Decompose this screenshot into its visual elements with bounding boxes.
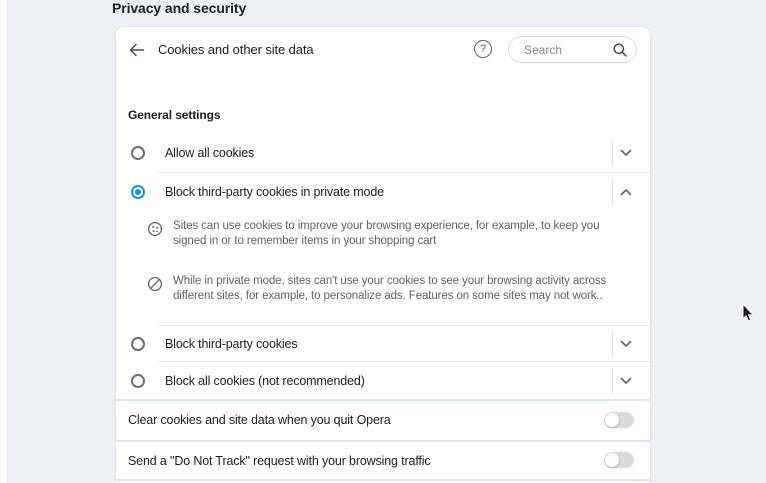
detail-text: While in private mode, sites can't use y… [173,274,635,304]
toggle-row-do-not-track[interactable]: Send a "Do Not Track" request with your … [116,442,650,479]
radio-unselected-icon[interactable] [131,374,145,388]
row-vertical-divider [612,331,613,357]
detail-text: Sites can use cookies to improve your br… [173,219,635,249]
radio-unselected-icon[interactable] [131,337,145,351]
chevron-down-icon[interactable] [620,149,632,157]
toggle-off-switch[interactable] [604,412,634,428]
radio-row-allow-all-cookies[interactable]: Allow all cookies [116,134,650,172]
cookies-settings-card: Cookies and other site data ? General se… [116,27,650,483]
toggle-off-switch[interactable] [604,452,634,468]
radio-selected-icon[interactable] [131,185,145,199]
row-vertical-divider [612,140,613,166]
chevron-down-icon[interactable] [620,340,632,348]
section-label: General settings [128,108,220,122]
radio-row-block-third-party[interactable]: Block third-party cookies [116,326,650,361]
card-title: Cookies and other site data [158,42,314,57]
toggle-label: Clear cookies and site data when you qui… [128,413,391,427]
chevron-down-icon[interactable] [620,377,632,385]
search-box[interactable] [508,36,637,63]
radio-label: Block third-party cookies [165,337,297,351]
left-edge-strip [0,0,7,483]
radio-row-block-third-party-private[interactable]: Block third-party cookies in private mod… [116,173,650,211]
toggle-label: Send a "Do Not Track" request with your … [128,454,430,468]
radio-label: Block third-party cookies in private mod… [165,185,384,199]
radio-label: Block all cookies (not recommended) [165,374,365,388]
row-vertical-divider [612,179,613,205]
card-header: Cookies and other site data ? [116,27,650,72]
toggle-knob [605,453,619,467]
page-title: Privacy and security [112,0,246,16]
toggle-knob [605,413,619,427]
toggle-row-clear-on-quit[interactable]: Clear cookies and site data when you qui… [116,401,650,439]
radio-row-block-all-cookies[interactable]: Block all cookies (not recommended) [116,362,650,399]
arrow-left-icon [128,42,145,58]
radio-label: Allow all cookies [165,146,254,160]
question-mark-icon: ? [480,43,486,55]
back-button[interactable] [125,39,147,61]
blocked-icon [147,276,163,297]
cookie-icon [147,221,163,242]
radio-unselected-icon[interactable] [131,146,145,160]
search-icon[interactable] [612,42,628,63]
help-button[interactable]: ? [474,40,492,58]
chevron-up-icon[interactable] [620,188,632,196]
mouse-cursor [742,304,756,324]
row-vertical-divider [612,368,613,394]
section-separator [116,479,650,481]
